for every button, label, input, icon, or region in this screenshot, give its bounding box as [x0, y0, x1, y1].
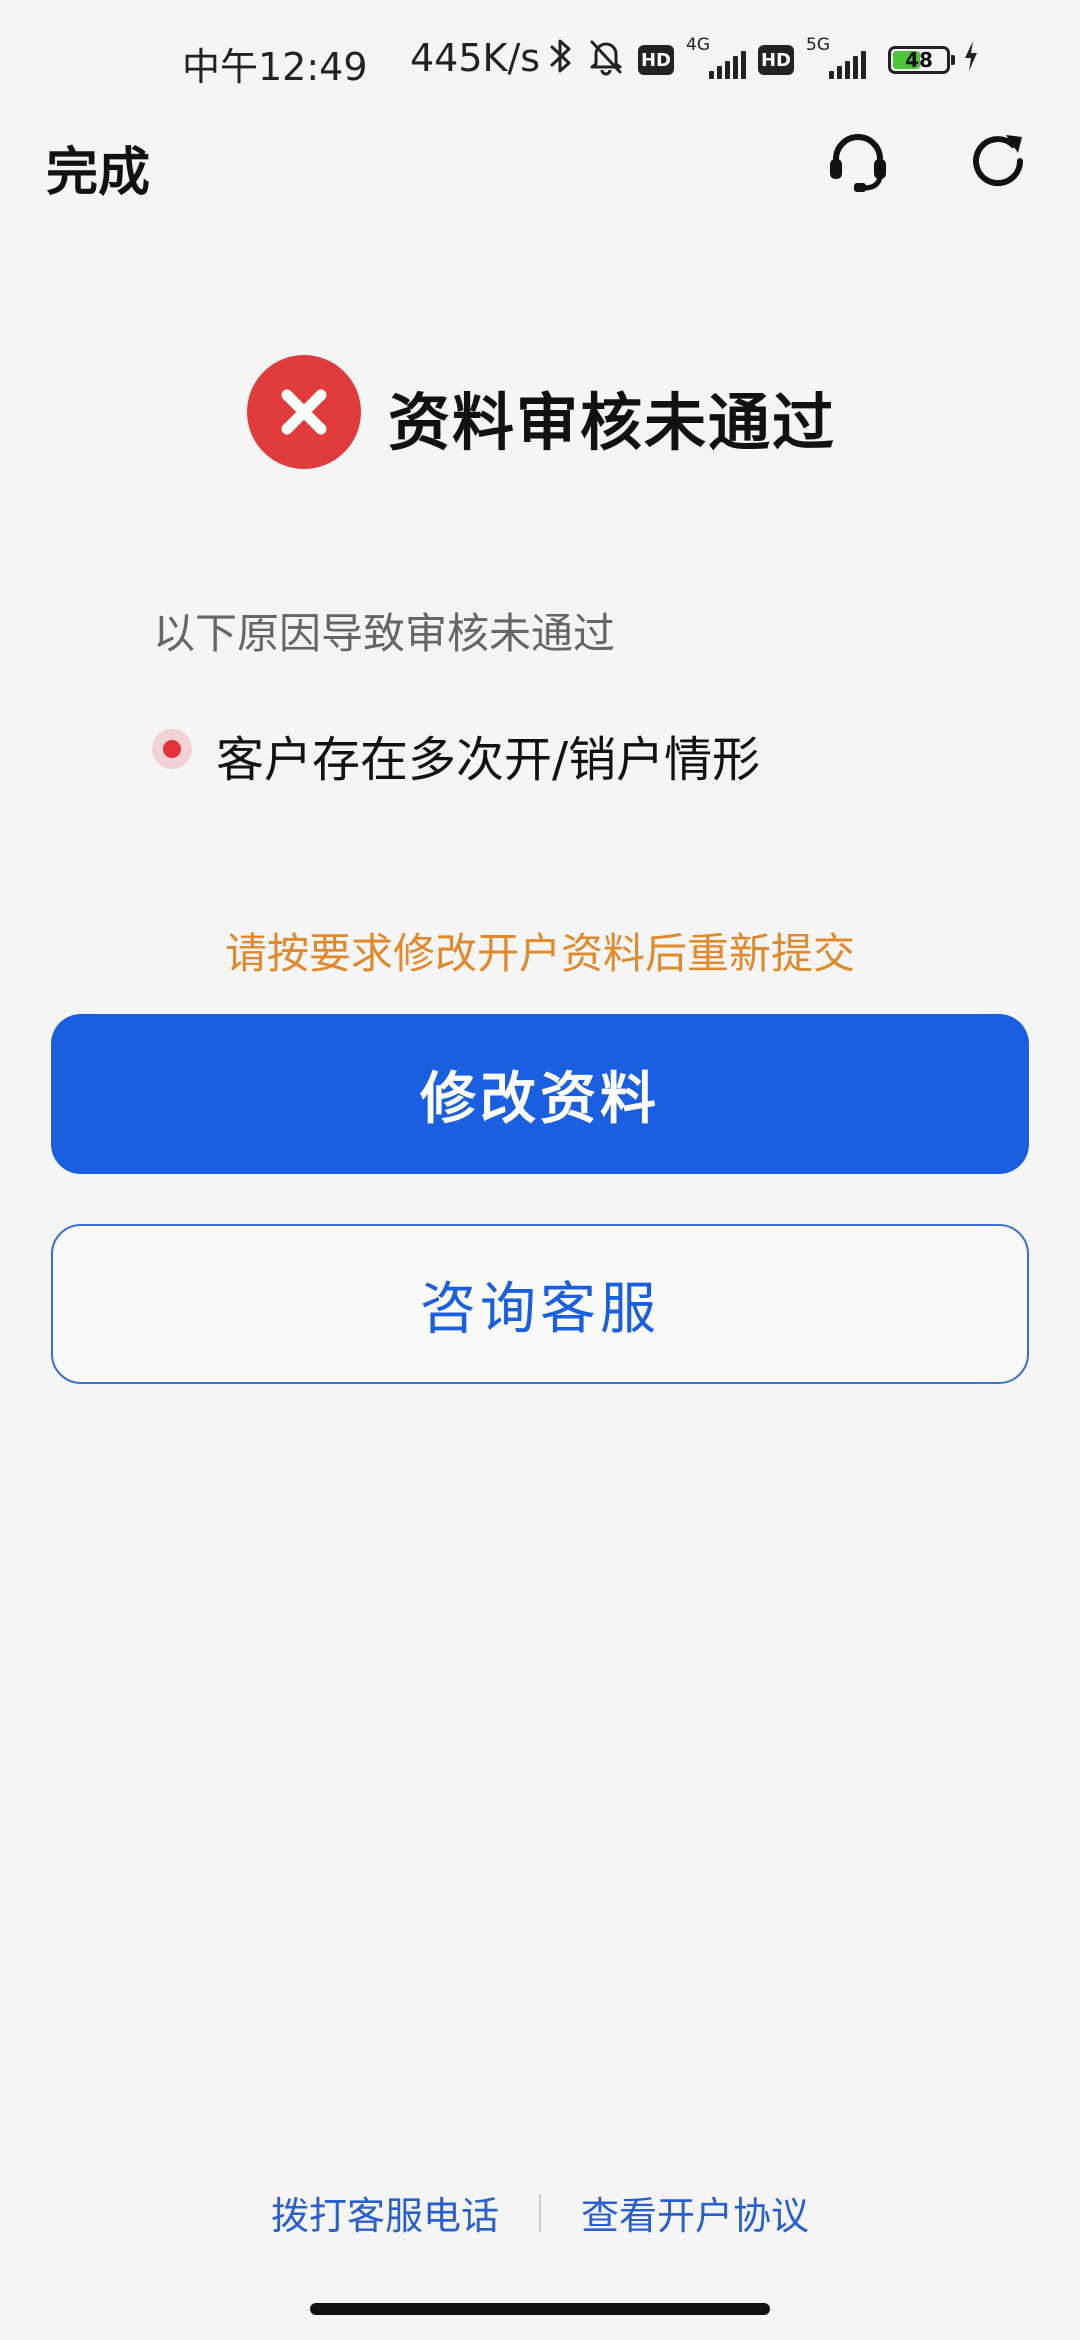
battery-icon: 48: [888, 46, 955, 74]
mute-bell-icon: [586, 36, 626, 85]
status-bar: 中午12:49 445K/s HD 4G HD 5G 48: [0, 30, 1080, 90]
footer-divider: [539, 2193, 541, 2232]
edit-info-button[interactable]: 修改资料: [51, 1014, 1029, 1174]
home-indicator[interactable]: [310, 2303, 770, 2315]
headset-icon[interactable]: [822, 125, 894, 197]
sim2-tech: 5G: [806, 35, 830, 55]
view-agreement-link[interactable]: 查看开户协议: [581, 2185, 809, 2240]
hd-icon: HD: [758, 45, 794, 75]
contact-service-button[interactable]: 咨询客服: [51, 1224, 1029, 1384]
signal-4g-icon: 4G: [686, 35, 746, 85]
status-time: 中午12:49: [182, 45, 368, 89]
bullet-dot-icon: [152, 729, 192, 769]
charging-icon: [962, 38, 980, 82]
hd-icon: HD: [638, 45, 674, 75]
reason-intro: 以下原因导致审核未通过: [153, 609, 616, 658]
reason-item: 客户存在多次开/销户情形: [216, 732, 761, 788]
sim1-tech: 4G: [686, 35, 710, 55]
network-speed: 445K/s: [410, 36, 541, 80]
resubmit-hint: 请按要求修改开户资料后重新提交: [224, 929, 855, 978]
signal-5g-icon: 5G: [806, 35, 866, 85]
done-button[interactable]: 完成: [46, 130, 150, 205]
call-service-link[interactable]: 拨打客服电话: [271, 2185, 499, 2240]
footer-links: 拨打客服电话 查看开户协议: [0, 2185, 1080, 2240]
battery-level: 48: [905, 48, 933, 72]
error-x-icon: [247, 355, 361, 469]
status-icons: HD 4G HD 5G 48: [548, 32, 980, 88]
refresh-icon[interactable]: [962, 125, 1034, 197]
bluetooth-icon: [548, 36, 574, 85]
result-title: 资料审核未通过: [388, 386, 837, 459]
